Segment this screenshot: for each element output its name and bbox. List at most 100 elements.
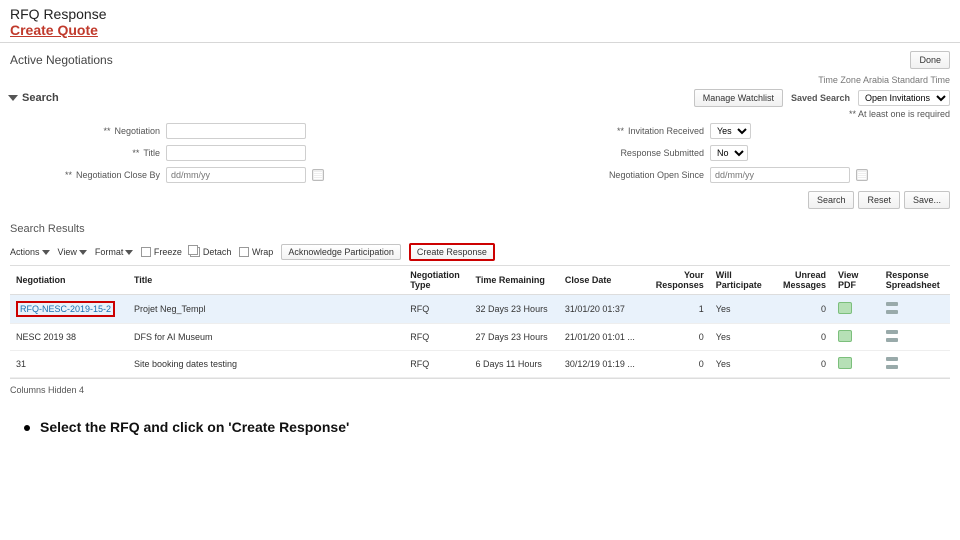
detach-button[interactable]: Detach bbox=[190, 247, 232, 258]
title-label: **Title bbox=[20, 148, 160, 158]
done-button[interactable]: Done bbox=[910, 51, 950, 69]
timezone-line: Time Zone Arabia Standard Time bbox=[10, 73, 950, 87]
manage-watchlist-button[interactable]: Manage Watchlist bbox=[694, 89, 783, 107]
col-time-remaining[interactable]: Time Remaining bbox=[470, 266, 559, 295]
results-toolbar: Actions View Format Freeze Detach Wrap A… bbox=[10, 239, 950, 265]
invitation-received-select[interactable]: Yes bbox=[710, 123, 751, 139]
col-unread-messages[interactable]: Unread Messages bbox=[774, 266, 832, 295]
cell-unread[interactable]: 0 bbox=[774, 295, 832, 324]
cell-will-participate: Yes bbox=[710, 351, 774, 378]
cell-will-participate: Yes bbox=[710, 324, 774, 351]
cell-title: Projet Neg_Templ bbox=[128, 295, 404, 324]
negotiation-link[interactable]: 31 bbox=[10, 351, 128, 378]
col-title[interactable]: Title bbox=[128, 266, 404, 295]
search-col-right: **Invitation Received Yes Response Submi… bbox=[564, 123, 868, 183]
format-menu[interactable]: Format bbox=[95, 247, 134, 257]
bullet-icon bbox=[24, 425, 30, 431]
cell-title: DFS for AI Museum bbox=[128, 324, 404, 351]
doc-subheading: Create Quote bbox=[0, 22, 960, 43]
spreadsheet-icon[interactable] bbox=[886, 330, 898, 342]
spreadsheet-icon[interactable] bbox=[886, 357, 898, 369]
instruction-text: Select the RFQ and click on 'Create Resp… bbox=[0, 397, 960, 435]
collapse-icon bbox=[8, 95, 18, 101]
cell-close-date: 30/12/19 01:19 ... bbox=[559, 351, 646, 378]
checkbox-icon bbox=[239, 247, 249, 257]
actions-menu[interactable]: Actions bbox=[10, 247, 50, 257]
cell-your-responses[interactable]: 0 bbox=[646, 324, 710, 351]
calendar-icon[interactable] bbox=[856, 169, 868, 181]
results-header: Search Results bbox=[10, 217, 950, 239]
ack-participation-button[interactable]: Acknowledge Participation bbox=[281, 244, 401, 260]
cell-your-responses[interactable]: 0 bbox=[646, 351, 710, 378]
chevron-down-icon bbox=[79, 250, 87, 255]
cell-unread[interactable]: 0 bbox=[774, 324, 832, 351]
cell-time-remaining: 27 Days 23 Hours bbox=[470, 324, 559, 351]
negotiation-link[interactable]: RFQ-NESC-2019-15-2 bbox=[16, 301, 115, 317]
title-input[interactable] bbox=[166, 145, 306, 161]
spreadsheet-icon[interactable] bbox=[886, 302, 898, 314]
search-form: **Negotiation **Title **Negotiation Clos… bbox=[10, 123, 950, 189]
cell-neg-type: RFQ bbox=[404, 351, 469, 378]
search-section-header[interactable]: Search bbox=[10, 88, 59, 108]
save-button[interactable]: Save... bbox=[904, 191, 950, 209]
cell-unread[interactable]: 0 bbox=[774, 351, 832, 378]
freeze-toggle[interactable]: Freeze bbox=[141, 247, 182, 258]
chevron-down-icon bbox=[125, 250, 133, 255]
cell-neg-type: RFQ bbox=[404, 324, 469, 351]
col-response-ss[interactable]: Response Spreadsheet bbox=[880, 266, 950, 295]
cell-close-date: 21/01/20 01:01 ... bbox=[559, 324, 646, 351]
col-your-responses[interactable]: Your Responses bbox=[646, 266, 710, 295]
col-will-participate[interactable]: Will Participate bbox=[710, 266, 774, 295]
col-close-date[interactable]: Close Date bbox=[559, 266, 646, 295]
open-since-label: Negotiation Open Since bbox=[564, 170, 704, 180]
pdf-icon[interactable] bbox=[838, 330, 852, 342]
cell-time-remaining: 6 Days 11 Hours bbox=[470, 351, 559, 378]
col-neg-type[interactable]: Negotiation Type bbox=[404, 266, 469, 295]
calendar-icon[interactable] bbox=[312, 169, 324, 181]
app-frame: Active Negotiations Done Time Zone Arabi… bbox=[10, 47, 950, 397]
cell-close-date: 31/01/20 01:37 bbox=[559, 295, 646, 324]
columns-hidden-text: Columns Hidden 4 bbox=[10, 378, 950, 395]
search-actions: Search Reset Save... bbox=[10, 189, 950, 217]
negotiation-input[interactable] bbox=[166, 123, 306, 139]
table-row[interactable]: RFQ-NESC-2019-15-2 Projet Neg_Templ RFQ … bbox=[10, 295, 950, 324]
reset-button[interactable]: Reset bbox=[858, 191, 900, 209]
response-submitted-select[interactable]: No bbox=[710, 145, 748, 161]
wrap-toggle[interactable]: Wrap bbox=[239, 247, 273, 258]
negotiation-link[interactable]: NESC 2019 38 bbox=[10, 324, 128, 351]
col-negotiation[interactable]: Negotiation bbox=[10, 266, 128, 295]
topbar: Active Negotiations Done bbox=[10, 49, 950, 73]
doc-heading: RFQ Response bbox=[0, 0, 960, 22]
cell-title: Site booking dates testing bbox=[128, 351, 404, 378]
col-view-pdf[interactable]: View PDF bbox=[832, 266, 880, 295]
pdf-icon[interactable] bbox=[838, 302, 852, 314]
negotiation-label: **Negotiation bbox=[20, 126, 160, 136]
chevron-down-icon bbox=[42, 250, 50, 255]
results-table: Negotiation Title Negotiation Type Time … bbox=[10, 265, 950, 378]
response-submitted-label: Response Submitted bbox=[564, 148, 704, 158]
close-by-input[interactable] bbox=[166, 167, 306, 183]
view-menu[interactable]: View bbox=[58, 247, 87, 257]
table-header-row: Negotiation Title Negotiation Type Time … bbox=[10, 266, 950, 295]
close-by-label: **Negotiation Close By bbox=[20, 170, 160, 180]
page-title: Active Negotiations bbox=[10, 53, 113, 67]
create-response-button[interactable]: Create Response bbox=[409, 243, 495, 261]
cell-will-participate: Yes bbox=[710, 295, 774, 324]
search-col-left: **Negotiation **Title **Negotiation Clos… bbox=[20, 123, 324, 183]
open-since-input[interactable] bbox=[710, 167, 850, 183]
detach-icon bbox=[190, 247, 200, 257]
saved-search-select[interactable]: Open Invitations bbox=[858, 90, 950, 106]
required-hint: ** At least one is required bbox=[10, 109, 950, 123]
search-button[interactable]: Search bbox=[808, 191, 855, 209]
cell-your-responses[interactable]: 1 bbox=[646, 295, 710, 324]
table-row[interactable]: 31 Site booking dates testing RFQ 6 Days… bbox=[10, 351, 950, 378]
checkbox-icon bbox=[141, 247, 151, 257]
saved-search-label: Saved Search bbox=[791, 93, 850, 103]
timezone-text: Time Zone Arabia Standard Time bbox=[818, 75, 950, 85]
invitation-received-label: **Invitation Received bbox=[564, 126, 704, 136]
table-row[interactable]: NESC 2019 38 DFS for AI Museum RFQ 27 Da… bbox=[10, 324, 950, 351]
cell-neg-type: RFQ bbox=[404, 295, 469, 324]
pdf-icon[interactable] bbox=[838, 357, 852, 369]
cell-time-remaining: 32 Days 23 Hours bbox=[470, 295, 559, 324]
search-label: Search bbox=[22, 92, 59, 104]
